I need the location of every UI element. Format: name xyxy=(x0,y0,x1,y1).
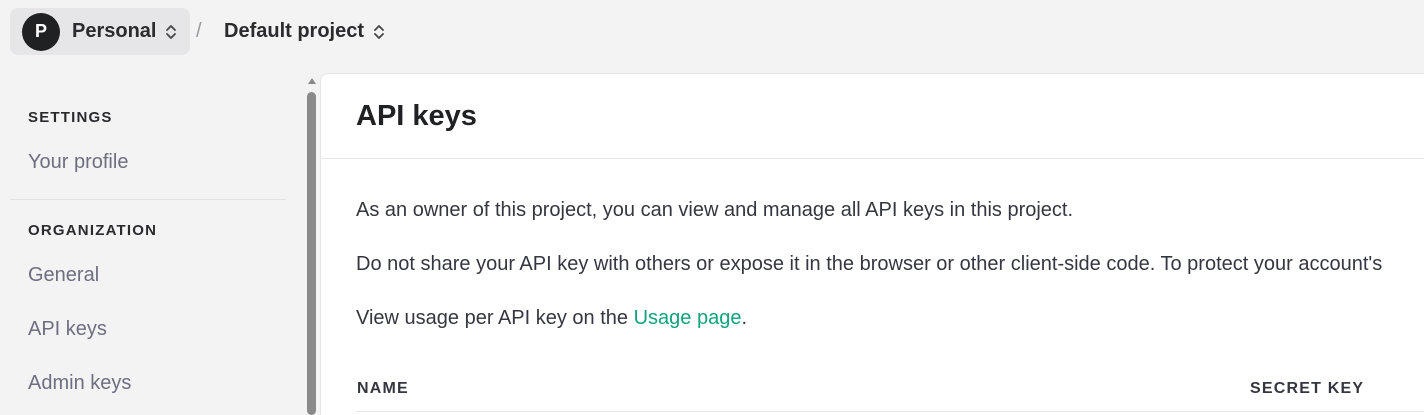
main-panel: API keys As an owner of this project, yo… xyxy=(320,73,1424,415)
usage-description: View usage per API key on the Usage page… xyxy=(356,307,747,330)
top-bar: P Personal / Default project xyxy=(0,0,1424,64)
settings-section-title: SETTINGS xyxy=(28,109,113,126)
security-warning: Do not share your API key with others or… xyxy=(356,253,1383,275)
sidebar-item-general[interactable]: General xyxy=(28,264,99,287)
scroll-up-arrow-icon[interactable] xyxy=(308,78,316,84)
chevron-up-down-icon xyxy=(374,24,384,39)
sidebar-item-api-keys[interactable]: API keys xyxy=(28,318,107,341)
breadcrumb-separator: / xyxy=(196,20,202,42)
project-switcher[interactable]: Default project xyxy=(214,8,396,55)
sidebar-item-admin-keys[interactable]: Admin keys xyxy=(28,372,131,395)
column-header-name: NAME xyxy=(357,380,409,397)
usage-text: View usage per API key on the xyxy=(356,307,634,329)
sidebar: SETTINGS Your profile ORGANIZATION Gener… xyxy=(0,72,300,415)
owner-description: As an owner of this project, you can vie… xyxy=(356,199,1074,221)
avatar: P xyxy=(22,12,60,51)
project-name: Default project xyxy=(224,20,365,42)
organization-switcher[interactable]: P Personal xyxy=(10,8,190,55)
usage-period: . xyxy=(741,307,748,329)
chevron-up-down-icon xyxy=(166,24,177,39)
page-title: API keys xyxy=(356,100,477,132)
scrollbar-thumb[interactable] xyxy=(307,92,316,415)
sidebar-divider xyxy=(10,199,286,200)
column-header-secret-key: SECRET KEY xyxy=(1250,380,1365,397)
title-divider xyxy=(321,158,1424,159)
usage-page-link[interactable]: Usage page xyxy=(634,307,742,329)
sidebar-item-your-profile[interactable]: Your profile xyxy=(28,151,128,174)
organization-section-title: ORGANIZATION xyxy=(28,222,158,239)
organization-name: Personal xyxy=(72,20,157,42)
table-header-divider xyxy=(356,411,1424,412)
